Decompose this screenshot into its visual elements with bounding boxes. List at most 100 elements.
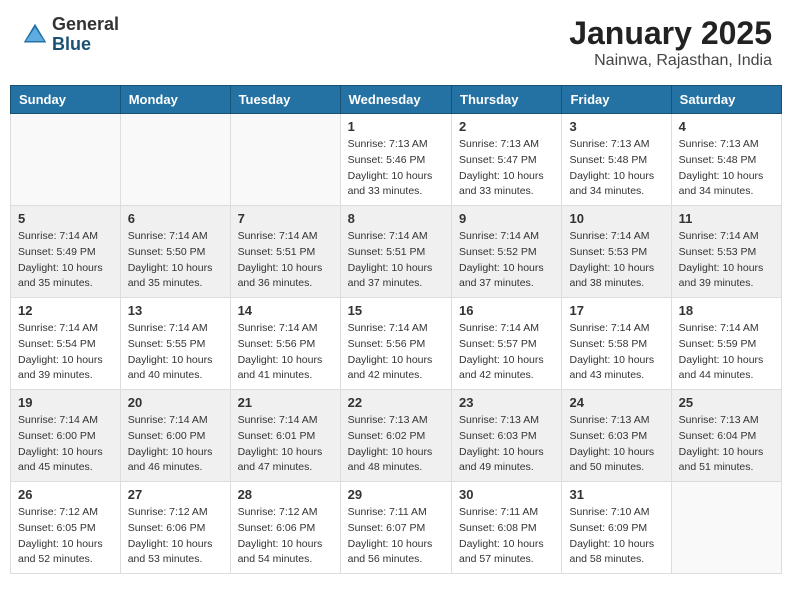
calendar-cell: 17Sunrise: 7:14 AMSunset: 5:58 PMDayligh…	[562, 298, 671, 390]
calendar-cell: 27 Sunrise: 7:12 AMSunset: 6:06 PMDayligh…	[120, 482, 230, 574]
logo-general: General	[52, 15, 119, 35]
day-info: Sunrise: 7:13 AMSunset: 5:47 PMDaylight:…	[459, 137, 554, 200]
calendar-cell	[671, 482, 781, 574]
day-number: 21	[238, 395, 333, 410]
day-info: Sunrise: 7:14 AMSunset: 6:00 PMDaylight:…	[18, 413, 113, 476]
weekday-header-monday: Monday	[120, 86, 230, 114]
day-number: 2	[459, 119, 554, 134]
day-info: Sunrise: 7:12 AMSunset: 6:05 PMDaylight:…	[18, 505, 113, 568]
logo: General Blue	[20, 15, 119, 55]
day-number: 27	[128, 487, 223, 502]
calendar-cell: 25 Sunrise: 7:13 AMSunset: 6:04 PMDayligh…	[671, 390, 781, 482]
day-info: Sunrise: 7:13 AMSunset: 6:04 PMDaylight:…	[679, 413, 774, 476]
calendar-week-row: 1Sunrise: 7:13 AMSunset: 5:46 PMDaylight…	[11, 114, 782, 206]
day-number: 9	[459, 211, 554, 226]
logo-icon	[20, 20, 50, 50]
day-info: Sunrise: 7:14 AMSunset: 5:58 PMDaylight:…	[569, 321, 663, 384]
day-number: 15	[348, 303, 444, 318]
day-number: 25	[679, 395, 774, 410]
calendar-cell	[230, 114, 340, 206]
calendar-cell: 10Sunrise: 7:14 AMSunset: 5:53 PMDayligh…	[562, 206, 671, 298]
day-info: Sunrise: 7:11 AMSunset: 6:08 PMDaylight:…	[459, 505, 554, 568]
day-number: 12	[18, 303, 113, 318]
location: Nainwa, Rajasthan, India	[569, 52, 772, 70]
day-info: Sunrise: 7:14 AMSunset: 5:51 PMDaylight:…	[238, 229, 333, 292]
day-info: Sunrise: 7:14 AMSunset: 5:53 PMDaylight:…	[679, 229, 774, 292]
weekday-header-friday: Friday	[562, 86, 671, 114]
day-info: Sunrise: 7:14 AMSunset: 5:55 PMDaylight:…	[128, 321, 223, 384]
calendar-cell	[120, 114, 230, 206]
calendar-cell: 24 Sunrise: 7:13 AMSunset: 6:03 PMDayligh…	[562, 390, 671, 482]
page-header: General Blue January 2025 Nainwa, Rajast…	[10, 10, 782, 75]
calendar-cell: 9 Sunrise: 7:14 AMSunset: 5:52 PMDaylight…	[452, 206, 562, 298]
day-info: Sunrise: 7:14 AMSunset: 5:57 PMDaylight:…	[459, 321, 554, 384]
calendar-cell: 14 Sunrise: 7:14 AMSunset: 5:56 PMDayligh…	[230, 298, 340, 390]
day-info: Sunrise: 7:14 AMSunset: 5:53 PMDaylight:…	[569, 229, 663, 292]
day-info: Sunrise: 7:10 AMSunset: 6:09 PMDaylight:…	[569, 505, 663, 568]
day-number: 29	[348, 487, 444, 502]
calendar-cell: 7 Sunrise: 7:14 AMSunset: 5:51 PMDaylight…	[230, 206, 340, 298]
day-info: Sunrise: 7:13 AMSunset: 6:02 PMDaylight:…	[348, 413, 444, 476]
day-info: Sunrise: 7:14 AMSunset: 5:56 PMDaylight:…	[238, 321, 333, 384]
day-info: Sunrise: 7:14 AMSunset: 5:54 PMDaylight:…	[18, 321, 113, 384]
calendar-cell: 23 Sunrise: 7:13 AMSunset: 6:03 PMDayligh…	[452, 390, 562, 482]
day-info: Sunrise: 7:14 AMSunset: 5:52 PMDaylight:…	[459, 229, 554, 292]
day-number: 19	[18, 395, 113, 410]
day-info: Sunrise: 7:13 AMSunset: 6:03 PMDaylight:…	[569, 413, 663, 476]
calendar-cell: 29 Sunrise: 7:11 AMSunset: 6:07 PMDayligh…	[340, 482, 451, 574]
day-number: 3	[569, 119, 663, 134]
day-info: Sunrise: 7:14 AMSunset: 5:59 PMDaylight:…	[679, 321, 774, 384]
day-info: Sunrise: 7:14 AMSunset: 6:00 PMDaylight:…	[128, 413, 223, 476]
day-number: 24	[569, 395, 663, 410]
month-title: January 2025	[569, 15, 772, 52]
day-number: 30	[459, 487, 554, 502]
day-info: Sunrise: 7:13 AMSunset: 6:03 PMDaylight:…	[459, 413, 554, 476]
weekday-header-wednesday: Wednesday	[340, 86, 451, 114]
calendar-cell: 30 Sunrise: 7:11 AMSunset: 6:08 PMDayligh…	[452, 482, 562, 574]
weekday-header-thursday: Thursday	[452, 86, 562, 114]
weekday-header-tuesday: Tuesday	[230, 86, 340, 114]
day-info: Sunrise: 7:12 AMSunset: 6:06 PMDaylight:…	[128, 505, 223, 568]
day-number: 26	[18, 487, 113, 502]
day-number: 20	[128, 395, 223, 410]
day-number: 4	[679, 119, 774, 134]
logo-blue: Blue	[52, 35, 119, 55]
calendar-cell: 20 Sunrise: 7:14 AMSunset: 6:00 PMDayligh…	[120, 390, 230, 482]
calendar-cell: 16Sunrise: 7:14 AMSunset: 5:57 PMDayligh…	[452, 298, 562, 390]
day-number: 5	[18, 211, 113, 226]
day-number: 14	[238, 303, 333, 318]
day-info: Sunrise: 7:14 AMSunset: 5:50 PMDaylight:…	[128, 229, 223, 292]
day-number: 6	[128, 211, 223, 226]
day-number: 7	[238, 211, 333, 226]
day-number: 13	[128, 303, 223, 318]
day-info: Sunrise: 7:13 AMSunset: 5:46 PMDaylight:…	[348, 137, 444, 200]
day-info: Sunrise: 7:11 AMSunset: 6:07 PMDaylight:…	[348, 505, 444, 568]
weekday-header-saturday: Saturday	[671, 86, 781, 114]
calendar-cell: 3Sunrise: 7:13 AMSunset: 5:48 PMDaylight…	[562, 114, 671, 206]
calendar-cell: 28 Sunrise: 7:12 AMSunset: 6:06 PMDayligh…	[230, 482, 340, 574]
calendar-cell: 6 Sunrise: 7:14 AMSunset: 5:50 PMDaylight…	[120, 206, 230, 298]
day-number: 28	[238, 487, 333, 502]
calendar-cell: 1Sunrise: 7:13 AMSunset: 5:46 PMDaylight…	[340, 114, 451, 206]
calendar-cell: 19 Sunrise: 7:14 AMSunset: 6:00 PMDayligh…	[11, 390, 121, 482]
calendar-cell: 31Sunrise: 7:10 AMSunset: 6:09 PMDayligh…	[562, 482, 671, 574]
day-info: Sunrise: 7:14 AMSunset: 6:01 PMDaylight:…	[238, 413, 333, 476]
day-number: 23	[459, 395, 554, 410]
calendar-cell: 15Sunrise: 7:14 AMSunset: 5:56 PMDayligh…	[340, 298, 451, 390]
day-number: 11	[679, 211, 774, 226]
day-number: 8	[348, 211, 444, 226]
day-info: Sunrise: 7:12 AMSunset: 6:06 PMDaylight:…	[238, 505, 333, 568]
day-info: Sunrise: 7:13 AMSunset: 5:48 PMDaylight:…	[679, 137, 774, 200]
calendar-cell: 21 Sunrise: 7:14 AMSunset: 6:01 PMDayligh…	[230, 390, 340, 482]
day-info: Sunrise: 7:14 AMSunset: 5:51 PMDaylight:…	[348, 229, 444, 292]
calendar: SundayMondayTuesdayWednesdayThursdayFrid…	[10, 85, 782, 574]
calendar-cell: 11 Sunrise: 7:14 AMSunset: 5:53 PMDayligh…	[671, 206, 781, 298]
day-number: 22	[348, 395, 444, 410]
calendar-week-row: 12 Sunrise: 7:14 AMSunset: 5:54 PMDayligh…	[11, 298, 782, 390]
calendar-week-row: 5Sunrise: 7:14 AMSunset: 5:49 PMDaylight…	[11, 206, 782, 298]
calendar-week-row: 19 Sunrise: 7:14 AMSunset: 6:00 PMDayligh…	[11, 390, 782, 482]
calendar-cell: 22 Sunrise: 7:13 AMSunset: 6:02 PMDayligh…	[340, 390, 451, 482]
calendar-cell: 5Sunrise: 7:14 AMSunset: 5:49 PMDaylight…	[11, 206, 121, 298]
calendar-cell	[11, 114, 121, 206]
calendar-cell: 26 Sunrise: 7:12 AMSunset: 6:05 PMDayligh…	[11, 482, 121, 574]
